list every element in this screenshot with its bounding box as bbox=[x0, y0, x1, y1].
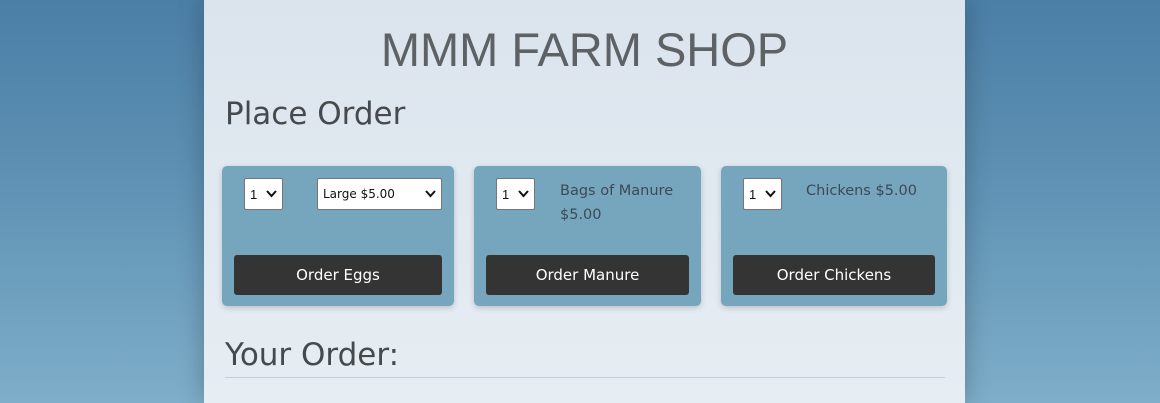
manure-quantity-select[interactable]: 1 bbox=[496, 178, 535, 210]
manure-product-label: Bags of Manure $5.00 bbox=[560, 183, 674, 223]
chickens-card: 1 Chickens $5.00 Order Chickens bbox=[721, 166, 947, 306]
divider bbox=[225, 377, 945, 378]
eggs-size-select[interactable]: Large $5.00 bbox=[317, 178, 442, 210]
shop-panel: MMM FARM SHOP Place Order 1 Large $5.00 … bbox=[204, 0, 965, 403]
your-order-heading: Your Order: bbox=[225, 337, 400, 373]
place-order-heading: Place Order bbox=[225, 96, 406, 132]
chevron-down-icon bbox=[518, 190, 529, 198]
order-eggs-button[interactable]: Order Eggs bbox=[234, 255, 442, 295]
chickens-quantity-value: 1 bbox=[749, 186, 757, 202]
order-manure-button[interactable]: Order Manure bbox=[486, 255, 689, 295]
eggs-size-value: Large $5.00 bbox=[323, 187, 395, 201]
chevron-down-icon bbox=[765, 190, 776, 198]
chickens-product-label: Chickens $5.00 bbox=[806, 183, 917, 199]
eggs-card: 1 Large $5.00 Order Eggs bbox=[222, 166, 454, 306]
order-chickens-button[interactable]: Order Chickens bbox=[733, 255, 935, 295]
shop-title: MMM FARM SHOP bbox=[380, 23, 789, 76]
chickens-quantity-select[interactable]: 1 bbox=[743, 178, 782, 210]
manure-quantity-value: 1 bbox=[502, 186, 510, 202]
chevron-down-icon bbox=[425, 190, 436, 198]
chevron-down-icon bbox=[266, 190, 277, 198]
eggs-quantity-value: 1 bbox=[250, 186, 258, 202]
manure-card: 1 Bags of Manure $5.00 Order Manure bbox=[474, 166, 701, 306]
eggs-quantity-select[interactable]: 1 bbox=[244, 178, 283, 210]
